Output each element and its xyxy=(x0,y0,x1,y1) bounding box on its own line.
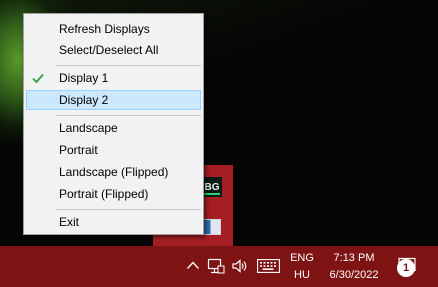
menu-item-label: Landscape (Flipped) xyxy=(59,165,169,179)
volume-icon[interactable] xyxy=(231,258,249,274)
menu-separator xyxy=(56,209,201,210)
input-language-bottom[interactable]: HU xyxy=(286,269,318,281)
menu-item-label: Portrait (Flipped) xyxy=(59,187,149,201)
menu-item-label: Refresh Displays xyxy=(59,22,150,36)
menu-item-label: Exit xyxy=(59,215,80,229)
menu-item-select-deselect-all[interactable]: Select/Deselect All xyxy=(26,40,201,60)
menu-item-label: Select/Deselect All xyxy=(59,43,159,57)
menu-item-label: Portrait xyxy=(59,143,98,157)
menu-item-landscape[interactable]: Landscape xyxy=(26,118,201,138)
network-icon[interactable] xyxy=(207,258,225,274)
menu-item-display-2[interactable]: Display 2 xyxy=(26,90,201,110)
menu-item-display-1[interactable]: Display 1 xyxy=(26,68,201,88)
checkmark-icon xyxy=(32,73,44,84)
menu-item-label: Landscape xyxy=(59,121,118,135)
menu-separator xyxy=(56,65,201,66)
input-language-top[interactable]: ENG xyxy=(286,252,318,264)
touch-keyboard-icon[interactable] xyxy=(257,259,280,273)
menu-item-label: Display 1 xyxy=(59,71,109,85)
menu-item-portrait[interactable]: Portrait xyxy=(26,140,201,160)
clock-time[interactable]: 7:13 PM xyxy=(323,252,385,264)
tray-context-menu: Refresh Displays Select/Deselect All Dis… xyxy=(23,13,204,235)
display-app-tray-icon[interactable] xyxy=(203,219,221,235)
menu-item-exit[interactable]: Exit xyxy=(26,212,201,232)
menu-item-portrait-flipped[interactable]: Portrait (Flipped) xyxy=(26,184,201,204)
taskbar: ENG HU 7:13 PM 6/30/2022 1 xyxy=(0,246,438,287)
clock-date[interactable]: 6/30/2022 xyxy=(323,269,385,281)
bg-app-tray-icon[interactable]: BG xyxy=(202,177,222,197)
menu-separator xyxy=(56,115,201,116)
menu-item-refresh-displays[interactable]: Refresh Displays xyxy=(26,19,201,39)
chevron-up-icon[interactable] xyxy=(186,260,200,270)
notification-count-badge: 1 xyxy=(397,259,415,277)
menu-item-label: Display 2 xyxy=(59,93,109,107)
menu-item-landscape-flipped[interactable]: Landscape (Flipped) xyxy=(26,162,201,182)
